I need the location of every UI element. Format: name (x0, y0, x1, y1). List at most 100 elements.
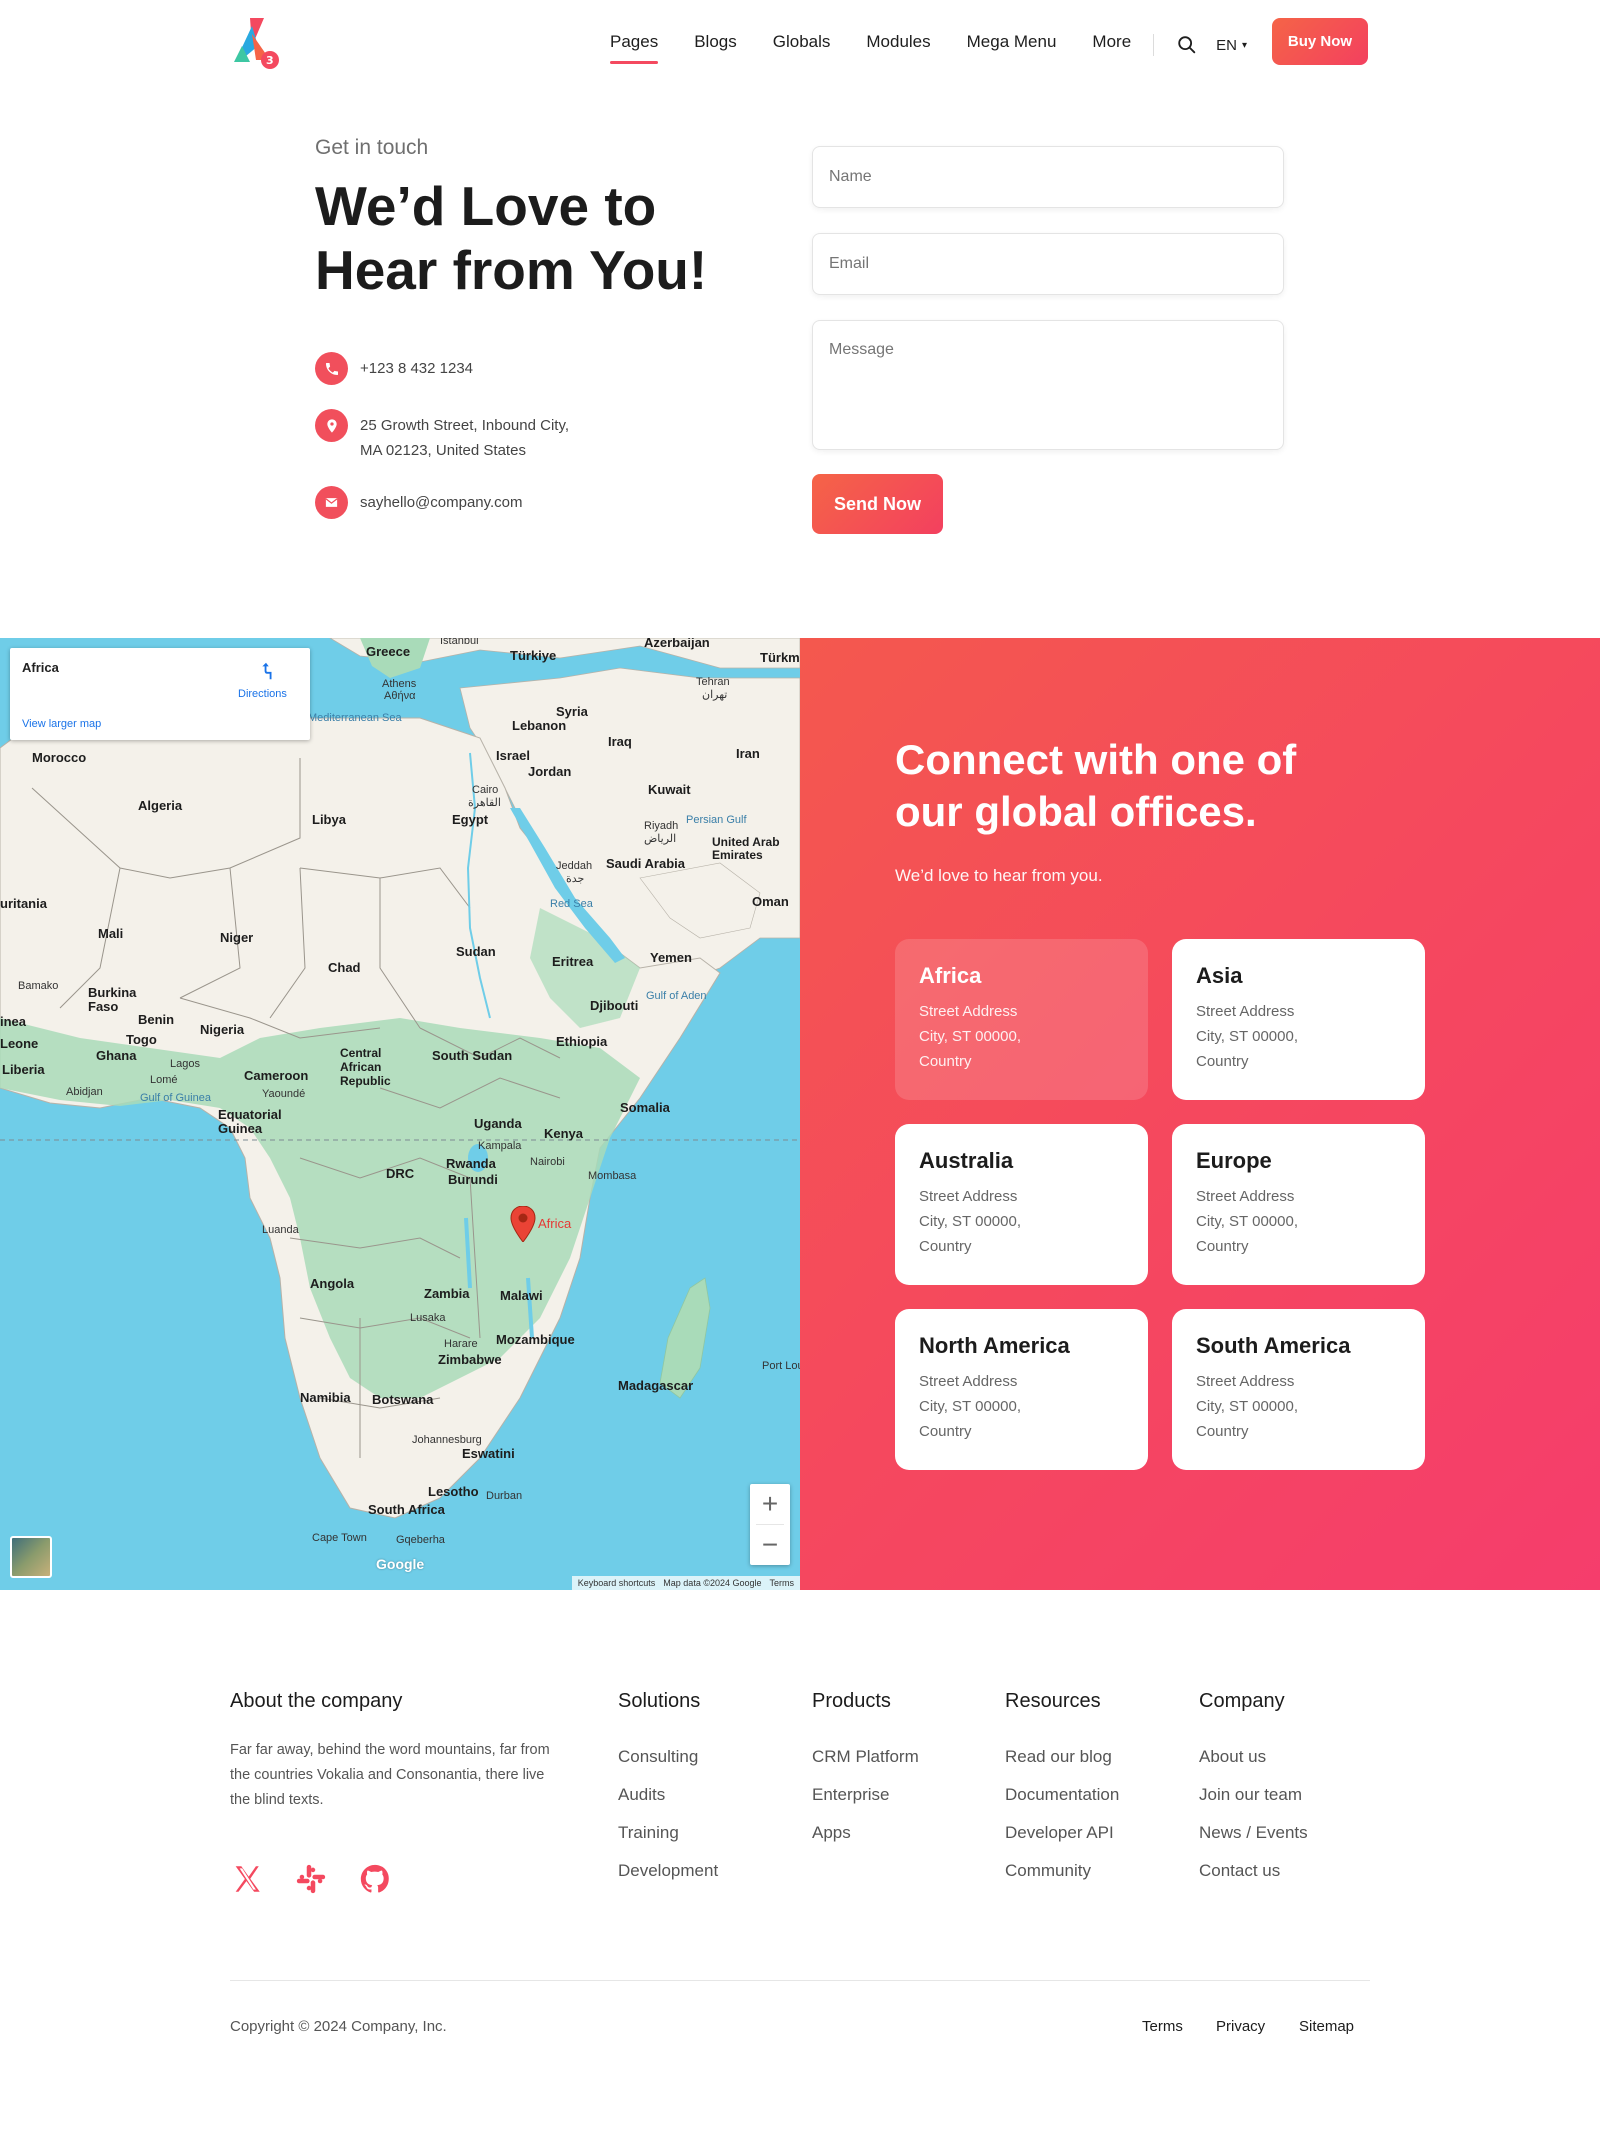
map-pin-icon[interactable] (510, 1206, 536, 1242)
view-larger-map-link[interactable]: View larger map (22, 718, 101, 730)
nav-mega-menu[interactable]: Mega Menu (967, 28, 1057, 62)
social-links (230, 1862, 392, 1896)
map-label-lusaka: Lusaka (410, 1312, 446, 1324)
office-card-asia[interactable]: Asia Street Address City, ST 00000, Coun… (1172, 939, 1425, 1100)
footer-heading-resources: Resources (1005, 1690, 1101, 1712)
office-card-australia[interactable]: Australia Street Address City, ST 00000,… (895, 1124, 1148, 1285)
brand-logo[interactable]: 3 (230, 16, 286, 70)
footer-link-consulting[interactable]: Consulting (618, 1738, 718, 1776)
directions-icon[interactable] (255, 660, 277, 682)
map-label-kampala: Kampala (478, 1140, 522, 1152)
language-selector[interactable]: EN ▾ (1216, 37, 1247, 54)
map-label-kuwait: Kuwait (648, 782, 691, 797)
map-card-title: Africa (22, 660, 59, 675)
map-label-riyadh-arabic: الرياض (644, 833, 677, 845)
zoom-out-button[interactable]: − (750, 1525, 790, 1565)
footer-link-audits[interactable]: Audits (618, 1776, 718, 1814)
email-field[interactable] (812, 233, 1284, 295)
office-street: Street Address (1196, 1188, 1295, 1205)
footer-link-about-us[interactable]: About us (1199, 1738, 1308, 1776)
buy-now-button[interactable]: Buy Now (1272, 18, 1368, 65)
nav-pages[interactable]: Pages (610, 28, 659, 64)
map-terms-link[interactable]: Terms (770, 1578, 795, 1588)
footer-link-community[interactable]: Community (1005, 1852, 1119, 1890)
footer-link-enterprise[interactable]: Enterprise (812, 1776, 919, 1814)
contact-eyebrow: Get in touch (315, 136, 429, 159)
search-icon[interactable] (1176, 34, 1198, 56)
footer-col-solutions: Consulting Audits Training Development (618, 1738, 718, 1890)
email-address[interactable]: sayhello@company.com (360, 486, 523, 515)
location-pin-icon (315, 409, 348, 442)
map-label-saudi-arabia: Saudi Arabia (606, 856, 685, 871)
send-button[interactable]: Send Now (812, 474, 943, 534)
keyboard-shortcuts-link[interactable]: Keyboard shortcuts (578, 1578, 656, 1588)
phone-icon (315, 352, 348, 385)
map-label-jeddah: Jeddah (556, 860, 593, 872)
office-card-europe[interactable]: Europe Street Address City, ST 00000, Co… (1172, 1124, 1425, 1285)
map-label-botswana: Botswana (372, 1392, 434, 1407)
map-label-angola: Angola (310, 1276, 355, 1291)
map-label-south-africa: South Africa (368, 1502, 445, 1517)
name-field[interactable] (812, 146, 1284, 208)
map-label-iraq: Iraq (608, 734, 632, 749)
footer-link-contact-us[interactable]: Contact us (1199, 1852, 1308, 1890)
map-label-riyadh: Riyadh (644, 820, 679, 832)
map-label-burkina-faso: Burkina Faso (88, 985, 137, 1014)
map-label-drc: DRC (386, 1166, 415, 1181)
footer-link-documentation[interactable]: Documentation (1005, 1776, 1119, 1814)
footer-sitemap-link[interactable]: Sitemap (1299, 2018, 1354, 2035)
footer-link-join-team[interactable]: Join our team (1199, 1776, 1308, 1814)
map-label-sudan: Sudan (456, 944, 496, 959)
office-card-north-america[interactable]: North America Street Address City, ST 00… (895, 1309, 1148, 1470)
footer-link-developer-api[interactable]: Developer API (1005, 1814, 1119, 1852)
footer-link-apps[interactable]: Apps (812, 1814, 919, 1852)
office-street: Street Address (1196, 1373, 1295, 1390)
map-label-nairobi: Nairobi (530, 1156, 565, 1168)
nav-more[interactable]: More (1092, 28, 1131, 62)
map-label-cairo: Cairo (472, 784, 499, 796)
office-city: City, ST 00000, (1196, 1398, 1298, 1415)
address-line-1: 25 Growth Street, Inbound City, (360, 417, 569, 434)
map-label-athens: Athens (382, 678, 417, 690)
office-street: Street Address (919, 1188, 1018, 1205)
map-label-mombasa: Mombasa (588, 1170, 637, 1182)
map-data-credit: Map data ©2024 Google (663, 1578, 762, 1588)
map-pin-label: Africa (538, 1216, 572, 1231)
github-icon[interactable] (358, 1862, 392, 1896)
map-attribution: Keyboard shortcuts Map data ©2024 Google… (571, 1576, 800, 1590)
nav-modules[interactable]: Modules (866, 28, 930, 62)
directions-link[interactable]: Directions (238, 688, 287, 700)
address-line-2: MA 02123, United States (360, 442, 526, 459)
footer-col-products: CRM Platform Enterprise Apps (812, 1738, 919, 1852)
map-label-cairo-arabic: القاهرة (468, 797, 501, 809)
map-label-jeddah-arabic: جدة (566, 873, 585, 885)
map-label-luanda: Luanda (262, 1224, 299, 1236)
map-label-egypt: Egypt (452, 812, 489, 827)
footer-terms-link[interactable]: Terms (1142, 2018, 1183, 2035)
footer-link-blog[interactable]: Read our blog (1005, 1738, 1119, 1776)
map-label-algeria: Algeria (138, 798, 183, 813)
nav-globals[interactable]: Globals (773, 28, 831, 62)
map-label-mediterranean: Mediterranean Sea (308, 712, 402, 724)
map-label-athens-greek: Αθήνα (384, 690, 416, 702)
map-label-israel: Israel (496, 748, 530, 763)
x-icon[interactable] (230, 1862, 264, 1896)
map-label-niger: Niger (220, 930, 254, 945)
map-label-abidjan: Abidjan (66, 1086, 103, 1098)
map-layer-thumbnail[interactable] (10, 1536, 52, 1578)
footer-privacy-link[interactable]: Privacy (1216, 2018, 1265, 2035)
office-card-africa[interactable]: Africa Street Address City, ST 00000, Co… (895, 939, 1148, 1100)
footer-link-training[interactable]: Training (618, 1814, 718, 1852)
nav-blogs[interactable]: Blogs (694, 28, 737, 62)
footer-link-crm-platform[interactable]: CRM Platform (812, 1738, 919, 1776)
map-label-morocco: Morocco (32, 750, 87, 765)
office-map[interactable]: Greece Türkiye Athens Αθήνα Syria Lebano… (0, 638, 800, 1590)
slack-icon[interactable] (294, 1862, 328, 1896)
footer-link-development[interactable]: Development (618, 1852, 718, 1890)
office-card-south-america[interactable]: South America Street Address City, ST 00… (1172, 1309, 1425, 1470)
message-field[interactable] (812, 320, 1284, 450)
map-label-liberia: Liberia (2, 1062, 45, 1077)
footer-divider (230, 1980, 1370, 1981)
footer-link-news-events[interactable]: News / Events (1199, 1814, 1308, 1852)
zoom-in-button[interactable]: + (750, 1484, 790, 1524)
